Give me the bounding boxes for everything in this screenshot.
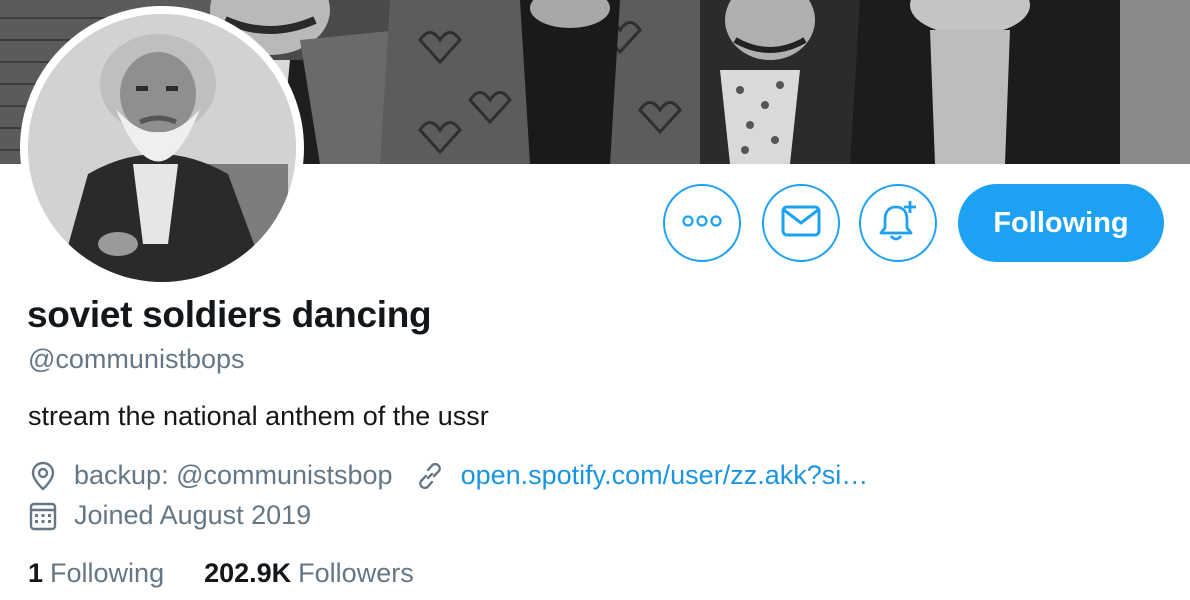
display-name: soviet soldiers dancing bbox=[27, 294, 432, 335]
profile-joined-date: Joined August 2019 bbox=[74, 500, 312, 530]
profile-bio: stream the national anthem of the ussr bbox=[28, 401, 489, 431]
profile-avatar[interactable] bbox=[20, 6, 304, 290]
more-dots-icon bbox=[682, 214, 722, 232]
bell-plus-icon bbox=[876, 199, 920, 248]
profile-location: backup: @communistsbop bbox=[74, 460, 393, 490]
followers-stat-link[interactable]: 202.9K Followers bbox=[204, 558, 414, 589]
following-count: 1 bbox=[28, 558, 44, 588]
message-button[interactable] bbox=[762, 184, 840, 262]
profile-meta-row: backup: @communistsbop open.spotify.com/… bbox=[28, 460, 868, 491]
link-icon bbox=[415, 461, 445, 491]
following-stat-link[interactable]: 1 Following bbox=[28, 558, 164, 589]
turn-on-notifications-button[interactable] bbox=[859, 184, 937, 262]
profile-joined-row: Joined August 2019 bbox=[28, 500, 311, 531]
following-label: Following bbox=[50, 558, 165, 588]
followers-count: 202.9K bbox=[204, 558, 292, 588]
profile-website-link[interactable]: open.spotify.com/user/zz.akk?si… bbox=[461, 460, 869, 491]
envelope-icon bbox=[781, 205, 821, 242]
more-options-button[interactable] bbox=[663, 184, 741, 262]
profile-stats: 1 Following 202.9K Followers bbox=[28, 558, 454, 589]
location-pin-icon bbox=[28, 461, 58, 491]
profile-handle: @communistbops bbox=[28, 344, 245, 374]
following-button[interactable]: Following bbox=[958, 184, 1164, 262]
followers-label: Followers bbox=[298, 558, 414, 588]
calendar-icon bbox=[28, 501, 58, 531]
